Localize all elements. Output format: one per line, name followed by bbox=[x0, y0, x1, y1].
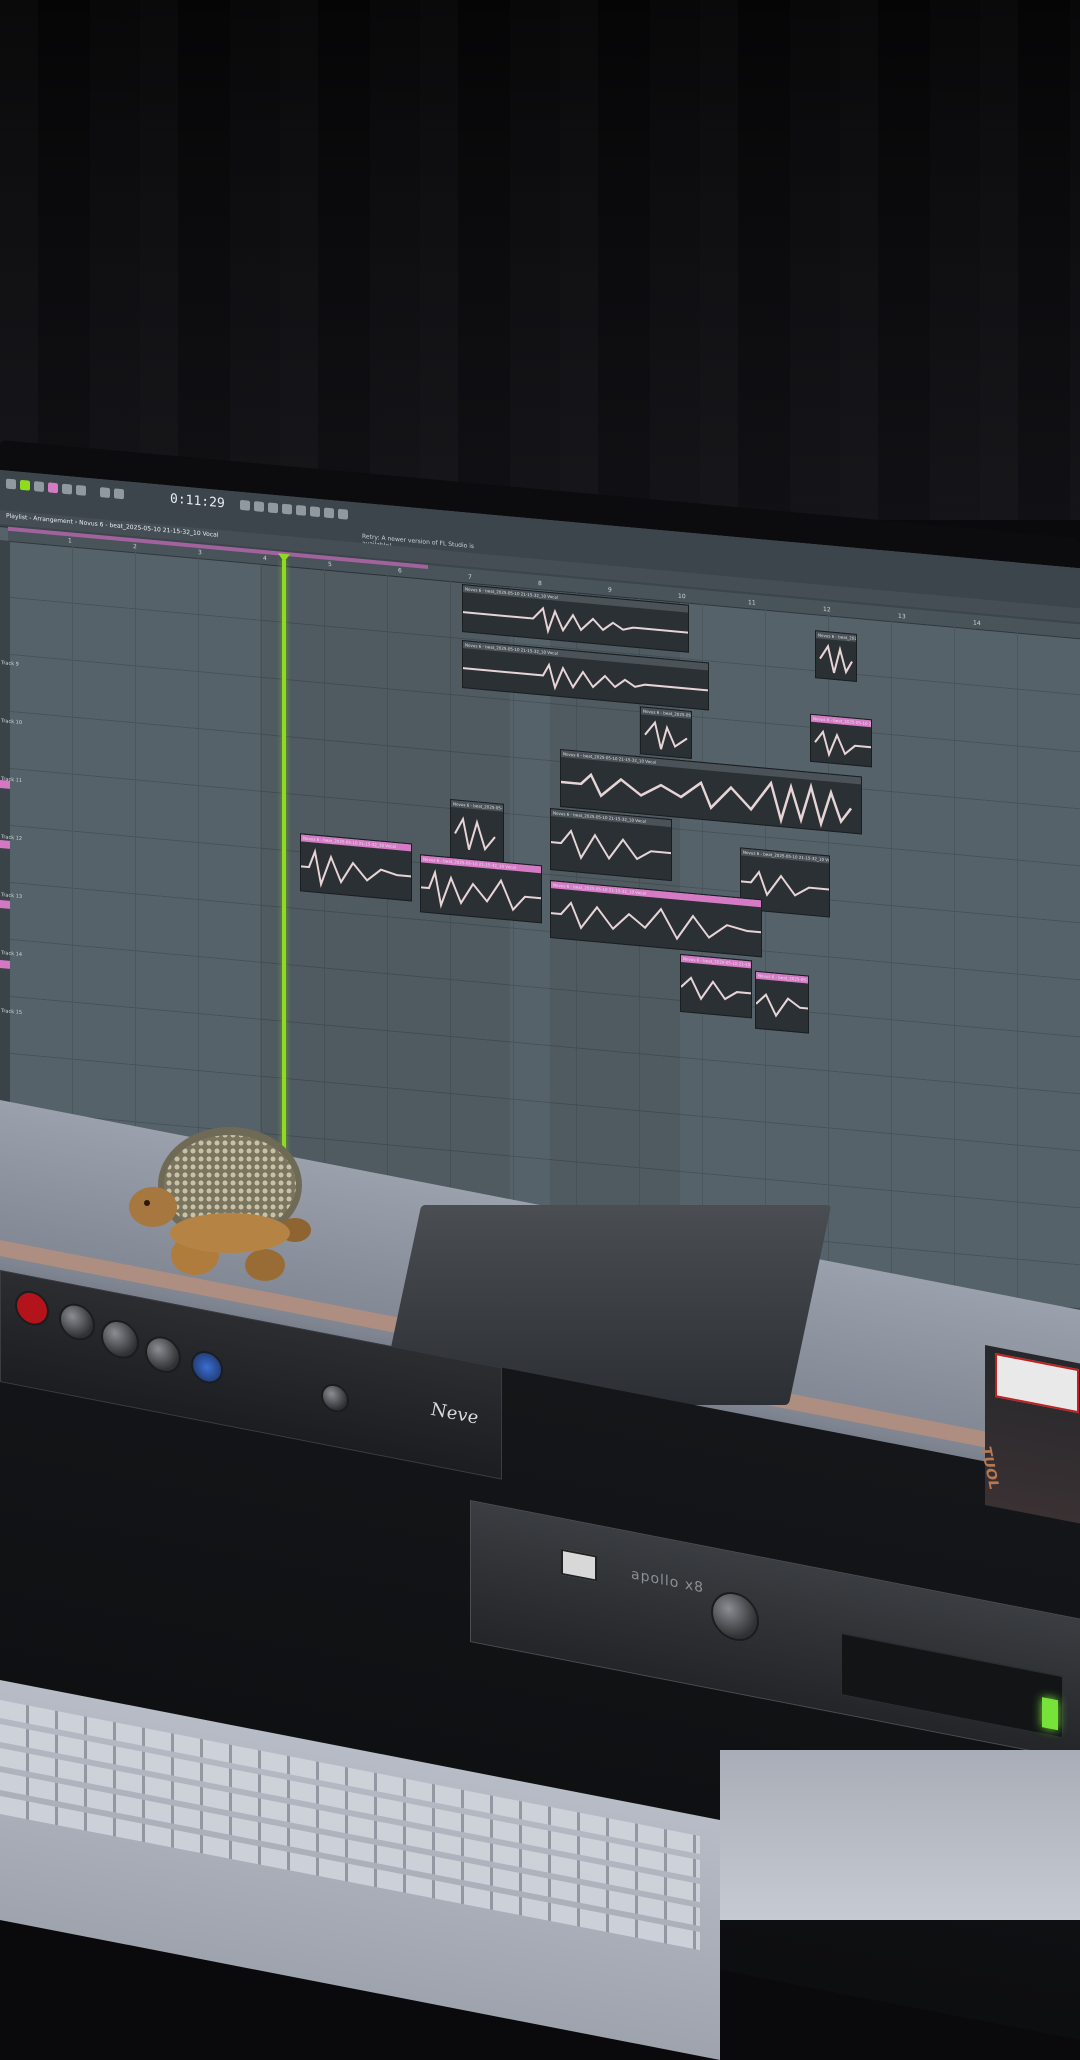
eq-knob[interactable] bbox=[101, 1316, 139, 1363]
ruler-tick: 5 bbox=[328, 560, 332, 569]
song-mode-icon[interactable] bbox=[76, 484, 86, 496]
audio-clip[interactable]: Novus 6 - beat_2025-05-10 21-15-32_10 Vo… bbox=[300, 833, 412, 902]
help-icon[interactable] bbox=[338, 508, 348, 520]
neve-logo: Neve bbox=[431, 1398, 479, 1429]
waveform bbox=[814, 729, 871, 758]
gain-knob[interactable] bbox=[59, 1300, 95, 1344]
ruler-tick: 12 bbox=[823, 605, 831, 614]
track-color-strip bbox=[0, 780, 10, 789]
tempo-icon[interactable] bbox=[100, 487, 110, 499]
ruler-tick: 4 bbox=[263, 554, 267, 563]
audio-clip[interactable]: Novus 6 - beat_2025-05-10 21-15-32_10 Vo… bbox=[420, 854, 542, 924]
audio-clip[interactable]: Novus 6 - beat_2025-05-10 21-15-32_10 Vo… bbox=[680, 953, 752, 1019]
ruler-tick: 1 bbox=[68, 537, 72, 545]
apollo-label: apollo x8 bbox=[631, 1566, 705, 1597]
ua-logo-icon bbox=[561, 1548, 597, 1582]
track-header-column: Track 9 Track 10 Track 11 Track 12 Track… bbox=[0, 540, 22, 1161]
monitor-knob[interactable] bbox=[711, 1587, 759, 1646]
ruler-tick: 2 bbox=[133, 543, 137, 551]
eq-knob[interactable] bbox=[145, 1333, 181, 1377]
ruler-tick: 3 bbox=[198, 549, 202, 557]
pattern-icon[interactable] bbox=[62, 483, 72, 495]
ruler-tick: 13 bbox=[898, 612, 906, 621]
piano-roll-icon[interactable] bbox=[254, 501, 264, 513]
turtle-figurine bbox=[129, 1127, 311, 1281]
track-color-strip bbox=[0, 900, 10, 909]
waveform bbox=[421, 868, 541, 912]
waveform bbox=[644, 720, 688, 750]
time-readout: 0:11:29 bbox=[170, 491, 225, 512]
audio-clip[interactable]: Novus 6 - beat_2025-05-10 21-15-32_10 Vo… bbox=[755, 970, 809, 1034]
ruler-tick: 8 bbox=[538, 579, 542, 588]
ruler-tick: 10 bbox=[678, 592, 686, 601]
ruler-tick: 9 bbox=[608, 586, 612, 594]
background-curtain bbox=[0, 0, 1080, 520]
output-knob[interactable] bbox=[321, 1381, 349, 1415]
waveform bbox=[551, 828, 671, 861]
audio-clip[interactable]: Novus 6 - beat_2025-05-10 21-15-32_10 Vo… bbox=[450, 798, 504, 866]
play-icon[interactable] bbox=[20, 479, 30, 491]
menu-icon[interactable] bbox=[6, 478, 16, 490]
settings-icon[interactable] bbox=[324, 507, 334, 519]
power-switch[interactable] bbox=[15, 1287, 49, 1329]
audio-clip[interactable]: Novus 6 - beat_2025-05-10 21-15-32_10 Vo… bbox=[810, 713, 872, 768]
audio-clip[interactable]: Novus 6 - beat_2025-05-10 21-15-32_10 Vo… bbox=[815, 630, 857, 682]
ruler-tick: 14 bbox=[973, 619, 981, 628]
metronome-icon[interactable] bbox=[114, 488, 124, 500]
ruler-tick: 6 bbox=[398, 567, 402, 575]
waveform bbox=[681, 976, 751, 1001]
track-color-strip bbox=[0, 840, 10, 849]
track-color-strip bbox=[0, 960, 10, 969]
browser-icon[interactable] bbox=[282, 503, 292, 515]
waveform bbox=[454, 816, 496, 852]
product-box: TUOL bbox=[977, 1345, 1080, 1524]
blue-knob[interactable] bbox=[191, 1348, 223, 1387]
waveform bbox=[756, 993, 808, 1018]
ruler-tick: 11 bbox=[748, 599, 756, 607]
signal-led bbox=[1042, 1697, 1058, 1731]
playlist-icon[interactable] bbox=[296, 504, 306, 516]
ruler-tick: 7 bbox=[468, 573, 472, 581]
channel-rack-icon[interactable] bbox=[268, 502, 278, 514]
audio-clip[interactable]: Novus 6 - beat_2025-05-10 21-15-32_10 Vo… bbox=[550, 808, 672, 882]
desk-front bbox=[720, 1750, 1080, 1920]
plugin-icon[interactable] bbox=[310, 506, 320, 518]
audio-clip[interactable]: Novus 6 - beat_2025-05-10 21-15-32_10 Vo… bbox=[640, 706, 692, 759]
barcode-sticker bbox=[995, 1352, 1079, 1414]
waveform bbox=[819, 643, 853, 675]
record-icon[interactable] bbox=[48, 482, 58, 494]
mixer-icon[interactable] bbox=[240, 499, 250, 511]
stop-icon[interactable] bbox=[34, 481, 44, 493]
waveform bbox=[301, 847, 411, 889]
